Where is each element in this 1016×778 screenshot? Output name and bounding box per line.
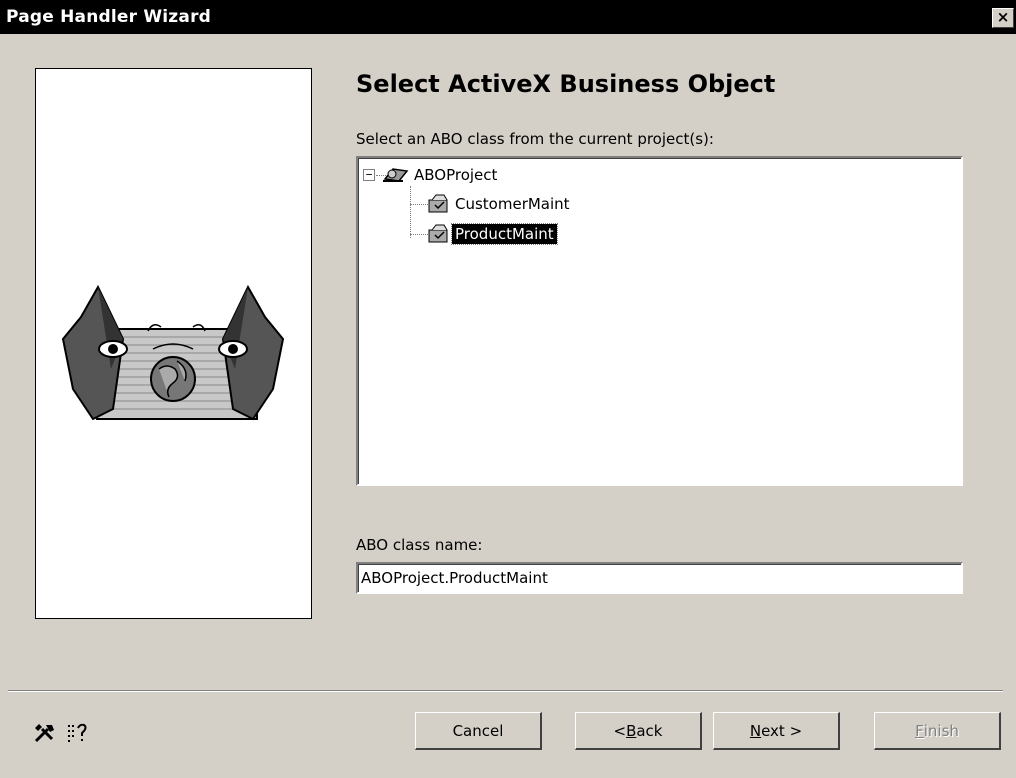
page-heading: Select ActiveX Business Object [356, 70, 776, 98]
class-module-icon [428, 224, 448, 243]
title-bar: Page Handler Wizard × [0, 0, 1016, 34]
abo-class-tree[interactable]: − ABOProject CustomerMaint ProductMaint [356, 156, 963, 486]
tree-node-root[interactable]: − ABOProject [363, 164, 500, 186]
window-title: Page Handler Wizard [6, 7, 212, 27]
finish-button-label: inish [923, 721, 959, 740]
tree-label-productmaint[interactable]: ProductMaint [451, 223, 558, 245]
tree-node-productmaint[interactable]: ProductMaint [426, 223, 558, 245]
tools-icon[interactable] [33, 722, 57, 744]
next-button-accelerator: N [749, 721, 762, 740]
finish-button[interactable]: Finish [874, 712, 1001, 750]
tree-label-customermaint[interactable]: CustomerMaint [452, 194, 573, 214]
project-icon [383, 168, 409, 182]
tree-label-root[interactable]: ABOProject [411, 165, 500, 185]
tree-instruction-label: Select an ABO class from the current pro… [356, 130, 714, 148]
collapse-toggle-icon[interactable]: − [363, 169, 375, 181]
wizard-illustration-icon [61, 284, 285, 421]
tree-node-customermaint[interactable]: CustomerMaint [426, 193, 573, 215]
back-button-prefix: < [613, 721, 627, 740]
back-button[interactable]: < Back [575, 712, 702, 750]
cancel-button[interactable]: Cancel [415, 712, 542, 750]
back-button-label: ack [636, 721, 663, 740]
class-module-icon [428, 194, 448, 213]
next-button[interactable]: Next > [713, 712, 840, 750]
class-name-field[interactable] [356, 562, 963, 594]
finish-button-accelerator: F [915, 721, 924, 740]
close-button[interactable]: × [992, 8, 1014, 28]
tree-connector [410, 186, 411, 238]
footer-separator [8, 690, 1003, 692]
wizard-settings-icon[interactable] [66, 722, 90, 744]
wizard-image-panel [35, 68, 312, 619]
back-button-accelerator: B [626, 721, 637, 740]
next-button-label: ext > [761, 721, 803, 740]
class-name-label: ABO class name: [356, 536, 483, 554]
